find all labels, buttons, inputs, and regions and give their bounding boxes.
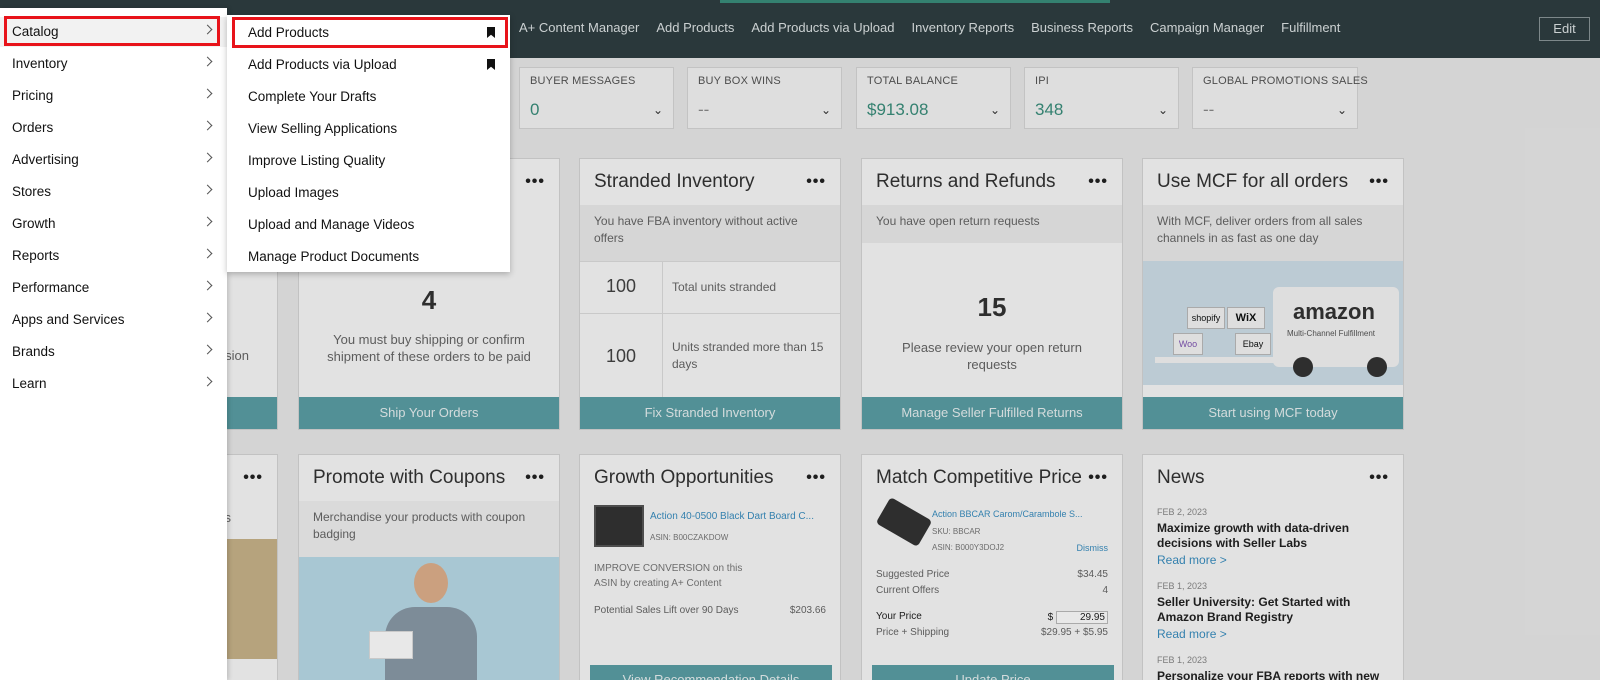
menu-item-label: Orders xyxy=(12,120,54,135)
submenu-item-upload-and-manage-videos[interactable]: Upload and Manage Videos xyxy=(227,210,510,240)
submenu-item-label: Add Products via Upload xyxy=(248,57,397,72)
chevron-right-icon xyxy=(202,88,213,99)
menu-item-advertising[interactable]: Advertising xyxy=(0,145,227,175)
chevron-right-icon xyxy=(202,280,213,291)
submenu-item-label: Complete Your Drafts xyxy=(248,89,377,104)
catalog-submenu-panel: Add Products Add Products via Upload Com… xyxy=(227,15,510,272)
menu-item-stores[interactable]: Stores xyxy=(0,177,227,207)
submenu-item-label: Upload and Manage Videos xyxy=(248,217,415,232)
menu-item-label: Stores xyxy=(12,184,52,199)
chevron-right-icon xyxy=(202,312,213,323)
chevron-right-icon xyxy=(202,376,213,387)
chevron-right-icon xyxy=(202,120,213,131)
submenu-item-add-products-via-upload[interactable]: Add Products via Upload xyxy=(227,50,510,80)
submenu-item-manage-product-documents[interactable]: Manage Product Documents xyxy=(227,242,510,272)
menu-item-label: Pricing xyxy=(12,88,54,103)
menu-item-label: Reports xyxy=(12,248,60,263)
chevron-right-icon xyxy=(202,152,213,163)
submenu-item-improve-listing-quality[interactable]: Improve Listing Quality xyxy=(227,146,510,176)
menu-item-label: Performance xyxy=(12,280,90,295)
submenu-item-upload-images[interactable]: Upload Images xyxy=(227,178,510,208)
menu-item-performance[interactable]: Performance xyxy=(0,273,227,303)
menu-item-label: Apps and Services xyxy=(12,312,125,327)
menu-item-label: Learn xyxy=(12,376,47,391)
menu-item-reports[interactable]: Reports xyxy=(0,241,227,271)
menu-item-label: Brands xyxy=(12,344,55,359)
menu-item-pricing[interactable]: Pricing xyxy=(0,81,227,111)
chevron-right-icon xyxy=(202,184,213,195)
submenu-item-label: View Selling Applications xyxy=(248,121,398,136)
menu-item-growth[interactable]: Growth xyxy=(0,209,227,239)
menu-item-orders[interactable]: Orders xyxy=(0,113,227,143)
menu-item-label: Inventory xyxy=(12,56,68,71)
menu-item-learn[interactable]: Learn xyxy=(0,369,227,399)
highlight-catalog xyxy=(4,16,220,46)
submenu-item-label: Upload Images xyxy=(248,185,339,200)
highlight-add-products xyxy=(232,17,508,48)
bookmark-icon[interactable] xyxy=(487,59,495,70)
menu-item-label: Growth xyxy=(12,216,56,231)
submenu-item-complete-your-drafts[interactable]: Complete Your Drafts xyxy=(227,82,510,112)
chevron-right-icon xyxy=(202,248,213,259)
menu-item-inventory[interactable]: Inventory xyxy=(0,49,227,79)
submenu-item-label: Manage Product Documents xyxy=(248,249,420,264)
chevron-right-icon xyxy=(202,56,213,67)
menu-item-label: Advertising xyxy=(12,152,79,167)
chevron-right-icon xyxy=(202,344,213,355)
menu-item-brands[interactable]: Brands xyxy=(0,337,227,367)
menu-item-apps-and-services[interactable]: Apps and Services xyxy=(0,305,227,335)
main-menu-panel: Catalog Inventory Pricing Orders Adverti… xyxy=(0,8,227,680)
chevron-right-icon xyxy=(202,216,213,227)
submenu-item-label: Improve Listing Quality xyxy=(248,153,386,168)
submenu-item-view-selling-applications[interactable]: View Selling Applications xyxy=(227,114,510,144)
